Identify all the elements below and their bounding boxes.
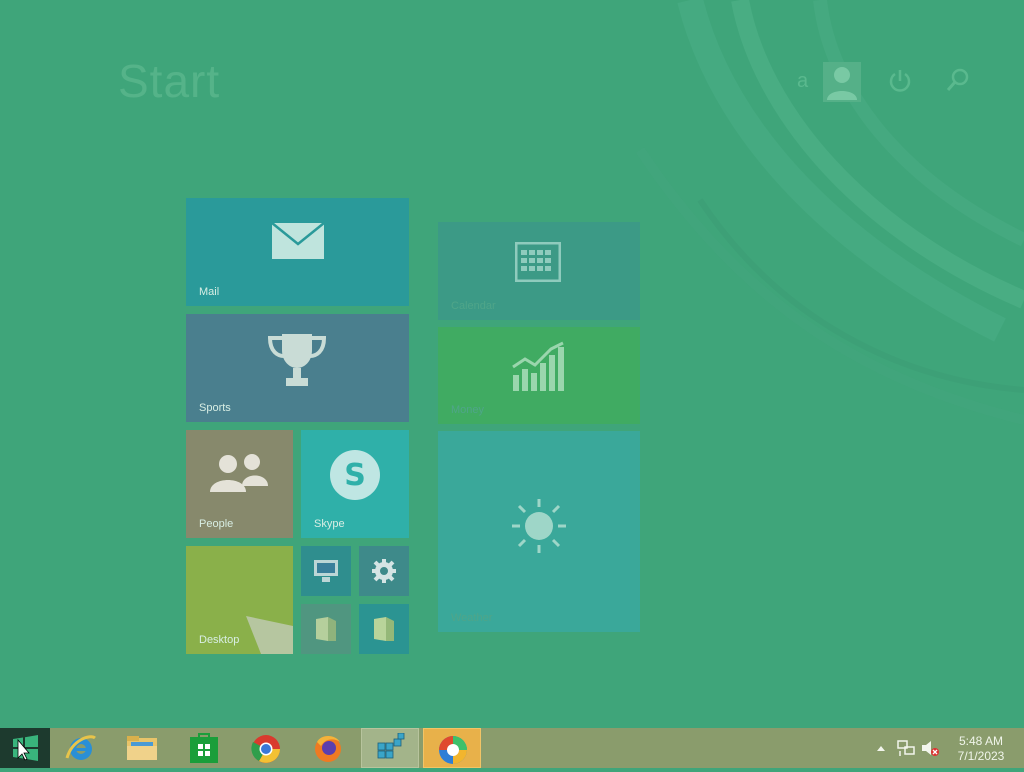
internet-explorer-icon (65, 735, 96, 760)
start-button[interactable] (0, 728, 50, 768)
system-clock[interactable]: 5:48 AM 7/1/2023 (946, 734, 1016, 764)
clock-date: 7/1/2023 (957, 749, 1005, 763)
skype-icon: S (330, 450, 380, 500)
show-hidden-icons-chevron-icon[interactable] (876, 744, 886, 752)
tile-this-pc[interactable] (301, 546, 351, 596)
chart-icon (512, 341, 564, 391)
tile-people[interactable]: People (186, 430, 293, 538)
tile-files[interactable] (301, 604, 351, 654)
start-title: Start (118, 55, 221, 107)
taskbar-registry-editor[interactable] (361, 728, 419, 768)
tile-mail[interactable]: Mail (186, 198, 409, 306)
tile-sports[interactable]: Sports (186, 314, 409, 422)
taskbar-firefox[interactable] (299, 728, 357, 768)
taskbar-chrome[interactable] (237, 728, 295, 768)
taskbar-store[interactable] (175, 728, 233, 768)
tile-files-2[interactable] (359, 604, 409, 654)
tile-skype[interactable]: S Skype (301, 430, 409, 538)
tile-label: Sports (199, 402, 231, 414)
windows-logo-icon (13, 735, 38, 761)
gear-icon (372, 559, 396, 583)
tile-desktop[interactable]: Desktop (186, 546, 293, 654)
taskbar-internet-explorer[interactable] (52, 728, 110, 768)
computer-icon (314, 560, 338, 582)
tile-calendar[interactable]: Calendar (438, 222, 640, 320)
tile-settings[interactable] (359, 546, 409, 596)
user-name[interactable]: a (797, 70, 808, 110)
folder-icon (127, 736, 157, 760)
tile-label: Skype (314, 518, 345, 530)
tile-label: Calendar (451, 300, 496, 312)
calendar-icon (515, 242, 561, 282)
tile-label: People (199, 518, 234, 530)
user-avatar[interactable] (823, 62, 861, 102)
tile-label: Mail (199, 286, 220, 298)
chrome-icon (251, 735, 280, 763)
power-icon (889, 70, 911, 92)
tile-label: Desktop (199, 634, 240, 646)
search-button[interactable] (945, 66, 971, 96)
folder-icon (374, 617, 394, 641)
tile-label: Weather (451, 612, 493, 624)
taskbar-file-explorer[interactable] (113, 728, 171, 768)
tile-weather[interactable]: Weather (438, 431, 640, 632)
tile-label: Money (451, 404, 485, 416)
folder-icon (316, 617, 336, 641)
registry-icon (377, 733, 405, 759)
tile-money[interactable]: Money (438, 327, 640, 424)
people-icon (210, 454, 268, 492)
taskbar: 5:48 AM 7/1/2023 (0, 728, 1024, 768)
network-icon[interactable] (897, 739, 915, 757)
taskbar-edge[interactable] (423, 728, 481, 768)
trophy-icon (267, 334, 327, 386)
search-icon (946, 68, 969, 91)
svg-text:S: S (344, 458, 366, 493)
envelope-icon (271, 222, 325, 259)
power-button[interactable] (887, 66, 913, 96)
sun-icon (512, 499, 566, 553)
store-icon (190, 733, 218, 763)
volume-muted-icon[interactable] (920, 739, 940, 757)
clock-time: 5:48 AM (958, 734, 1004, 748)
firefox-icon (315, 736, 341, 762)
avatar-person-icon (827, 67, 857, 100)
edge-icon (439, 736, 467, 764)
